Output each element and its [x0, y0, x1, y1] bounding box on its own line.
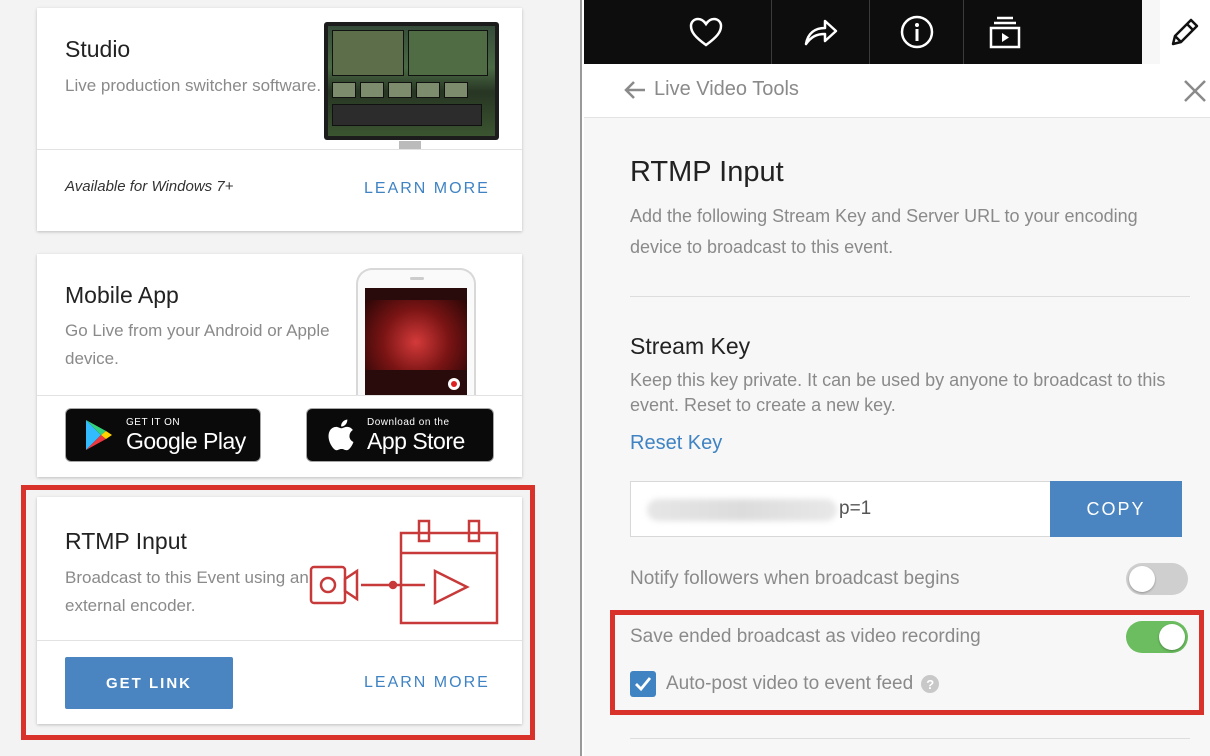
notify-row: Notify followers when broadcast begins [630, 563, 1190, 597]
share-button[interactable] [772, 0, 870, 64]
favorite-button[interactable] [584, 0, 772, 64]
divider [37, 395, 522, 396]
save-recording-row: Save ended broadcast as video recording [630, 621, 1190, 655]
studio-learn-more-link[interactable]: LEARN MORE [364, 180, 490, 198]
divider [630, 738, 1190, 739]
toolbar [584, 0, 1142, 64]
record-icon [448, 378, 460, 390]
stream-key-value: p=1 [839, 498, 872, 519]
app-store-badge[interactable]: Download on the App Store [306, 408, 494, 462]
studio-description: Live production switcher software. [65, 76, 322, 95]
mobile-app-card: Mobile App Go Live from your Android or … [37, 254, 522, 477]
studio-card: Studio Live production switcher software… [37, 8, 522, 231]
rtmp-description: Broadcast to this Event using an externa… [65, 568, 309, 615]
copy-button[interactable]: COPY [1050, 481, 1182, 537]
google-play-small-text: GET IT ON [126, 416, 181, 428]
info-button[interactable] [870, 0, 964, 64]
phone-image [356, 268, 476, 396]
playlist-button[interactable] [964, 0, 1046, 64]
mobile-description: Go Live from your Android or Apple devic… [65, 321, 330, 368]
right-pane: Live Video Tools RTMP Input Add the foll… [584, 0, 1210, 756]
checkmark-icon [635, 677, 652, 692]
panel-header: Live Video Tools [584, 64, 1210, 118]
reset-key-link[interactable]: Reset Key [630, 432, 722, 455]
rtmp-illustration-icon [309, 519, 499, 625]
rtmp-title: RTMP Input [65, 528, 187, 554]
google-play-badge[interactable]: GET IT ON Google Play [65, 408, 261, 462]
mobile-title: Mobile App [65, 282, 179, 308]
arrow-left-icon [624, 80, 645, 99]
apple-icon [321, 416, 359, 454]
auto-post-row: Auto-post video to event feed ? [630, 671, 940, 697]
close-icon[interactable] [1182, 78, 1208, 104]
edit-button[interactable] [1160, 0, 1210, 64]
stream-key-description: Keep this key private. It can be used by… [630, 370, 1166, 415]
stream-key-title: Stream Key [630, 333, 751, 359]
rtmp-learn-more-link[interactable]: LEARN MORE [364, 674, 490, 692]
google-play-big-text: Google Play [126, 427, 246, 454]
monitor-stand [399, 141, 421, 149]
studio-title: Studio [65, 36, 131, 62]
heart-icon [689, 17, 723, 47]
back-link[interactable]: Live Video Tools [624, 78, 799, 101]
app-store-small-text: Download on the [367, 416, 450, 428]
get-link-button[interactable]: GET LINK [65, 657, 233, 709]
app-store-big-text: App Store [367, 427, 465, 454]
divider [37, 640, 522, 641]
share-icon [804, 19, 837, 46]
save-recording-toggle[interactable] [1126, 621, 1188, 653]
save-recording-label: Save ended broadcast as video recording [630, 626, 981, 647]
notify-toggle[interactable] [1126, 563, 1188, 595]
panel-title: RTMP Input [630, 156, 784, 188]
studio-availability: Available for Windows 7+ [65, 178, 234, 195]
help-icon[interactable]: ? [921, 675, 940, 693]
auto-post-checkbox[interactable] [630, 671, 656, 697]
pencil-icon [1171, 18, 1199, 46]
stream-key-field[interactable]: p=1 [630, 481, 1050, 537]
auto-post-label: Auto-post video to event feed [666, 673, 914, 694]
left-pane: Studio Live production switcher software… [0, 0, 582, 756]
divider [630, 296, 1190, 297]
google-play-icon [80, 416, 118, 454]
studio-monitor-image [324, 22, 499, 140]
info-icon [900, 15, 933, 49]
notify-label: Notify followers when broadcast begins [630, 568, 960, 589]
stream-key-blurred [647, 499, 837, 521]
divider [37, 149, 522, 150]
panel-description: Add the following Stream Key and Server … [630, 206, 1138, 257]
back-link-label: Live Video Tools [654, 78, 799, 100]
playlist-icon [989, 16, 1021, 49]
rtmp-input-card: RTMP Input Broadcast to this Event using… [37, 497, 522, 724]
